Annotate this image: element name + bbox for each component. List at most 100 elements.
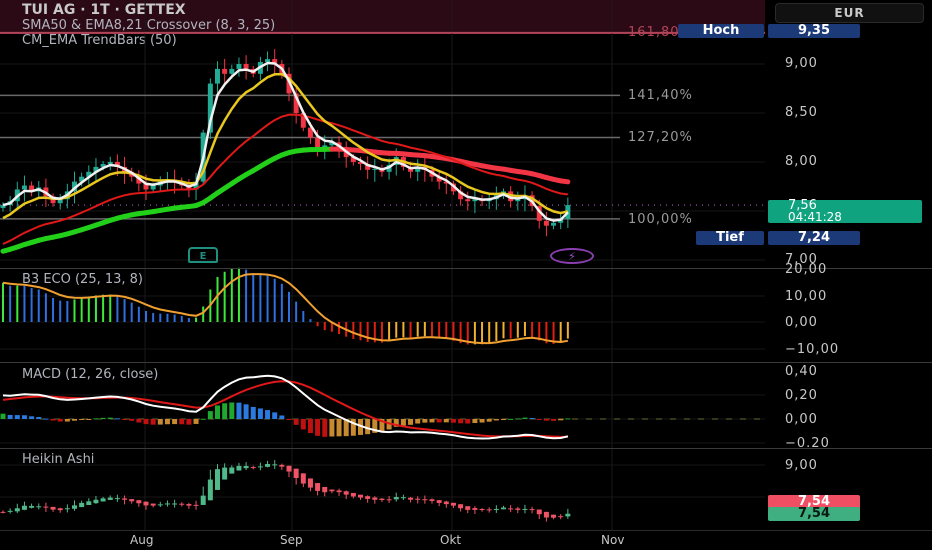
heikin-ashi-body xyxy=(472,508,478,510)
heikin-ashi-body xyxy=(129,499,135,502)
macd-histogram-bar xyxy=(336,419,342,437)
legend-macd[interactable]: MACD (12, 26, close) xyxy=(22,367,158,382)
heikin-ashi-body xyxy=(164,503,170,505)
candle-body xyxy=(107,162,113,164)
heikin-ashi-body xyxy=(215,469,220,490)
macd-histogram-bar xyxy=(14,415,20,419)
heikin-ashi-body xyxy=(379,498,385,501)
b3-tick: 0,00 xyxy=(785,315,818,330)
heikin-ashi-body xyxy=(372,497,378,500)
legend-heikin-ashi[interactable]: Heikin Ashi xyxy=(22,452,94,467)
macd-histogram-bar xyxy=(415,419,421,424)
heikin-ashi-body xyxy=(479,508,485,510)
heikin-ashi-body xyxy=(122,498,128,500)
price-tick: 9,00 xyxy=(785,56,818,71)
heikin-ashi-body xyxy=(315,483,321,491)
heikin-ashi-body xyxy=(436,500,442,503)
heikin-ashi-body xyxy=(558,516,564,518)
heikin-ashi-body xyxy=(72,505,77,509)
trendbars-ema50-segment xyxy=(558,178,571,185)
macd-histogram-bar xyxy=(222,403,228,419)
b3-tick: 10,00 xyxy=(785,289,828,304)
pane-divider[interactable] xyxy=(0,362,932,363)
macd-histogram-bar xyxy=(107,417,113,419)
candle-body xyxy=(229,68,235,74)
price-tick: 8,00 xyxy=(785,154,818,169)
heikin-ashi-body xyxy=(14,508,20,512)
macd-histogram-bar xyxy=(21,415,27,419)
macd-histogram-bar xyxy=(79,419,85,420)
macd-histogram-bar xyxy=(250,406,256,419)
macd-tick: 0,40 xyxy=(785,364,818,379)
macd-histogram-bar xyxy=(172,419,178,425)
macd-histogram-bar xyxy=(193,419,199,424)
heikin-ashi-body xyxy=(358,494,363,498)
heikin-ashi-body xyxy=(43,506,49,508)
macd-tick: −0.20 xyxy=(785,436,830,451)
macd-histogram-bar xyxy=(300,419,306,430)
macd-histogram-bar xyxy=(72,419,77,421)
heikin-ashi-body xyxy=(179,503,185,505)
heikin-ashi-body xyxy=(150,503,156,506)
macd-histogram-bar xyxy=(114,418,120,420)
heikin-ashi-body xyxy=(515,508,521,510)
heikin-ashi-body xyxy=(86,501,92,505)
macd-histogram-bar xyxy=(164,419,170,425)
candle-body xyxy=(21,185,27,190)
heikin-ashi-body xyxy=(336,490,342,493)
currency-button[interactable]: EUR xyxy=(775,3,924,23)
macd-histogram-bar xyxy=(458,419,464,424)
macd-histogram-bar xyxy=(365,419,371,435)
heikin-ashi-body xyxy=(522,508,528,510)
heikin-ashi-body xyxy=(114,498,120,500)
macd-histogram-bar xyxy=(508,418,514,420)
high-label: Hoch xyxy=(678,24,764,38)
heikin-ashi-body xyxy=(300,473,306,484)
macd-histogram-bar xyxy=(272,412,278,419)
heikin-ashi-body xyxy=(143,501,149,506)
macd-histogram-bar xyxy=(315,419,321,436)
heikin-ashi-body xyxy=(236,465,242,471)
price-tick: 8,50 xyxy=(785,105,818,120)
heikin-ashi-body xyxy=(29,505,35,508)
macd-histogram-bar xyxy=(529,417,535,419)
heikin-ashi-body xyxy=(386,499,392,501)
heikin-ashi-body xyxy=(536,509,542,515)
heikin-ashi-body xyxy=(307,478,313,488)
heikin-ashi-body xyxy=(329,489,335,492)
last-price-tag: 7,56 04:41:28 xyxy=(768,199,922,224)
macd-tick: 0,00 xyxy=(785,412,818,427)
candle-body xyxy=(215,68,220,84)
b3-tick: −10,00 xyxy=(785,342,840,357)
heikin-ashi-body xyxy=(279,464,285,467)
heikin-ashi-body xyxy=(7,510,13,512)
heikin-ashi-body xyxy=(200,495,206,505)
macd-histogram-bar xyxy=(279,415,285,419)
macd-histogram-bar xyxy=(522,417,528,419)
macd-histogram-bar xyxy=(479,419,485,423)
heikin-ashi-body xyxy=(465,506,471,510)
bar-countdown: 04:41:28 xyxy=(788,210,842,224)
earnings-icon[interactable]: E xyxy=(188,247,218,263)
macd-histogram-bar xyxy=(565,418,571,420)
macd-line xyxy=(2,374,569,440)
candle-body xyxy=(222,68,228,74)
heikin-ashi-body xyxy=(486,509,492,511)
macd-histogram-bar xyxy=(257,408,263,419)
heikin-ashi-body xyxy=(107,497,113,500)
heikin-ashi-body xyxy=(172,503,178,505)
macd-histogram-bar xyxy=(50,419,56,421)
heikin-ashi-body xyxy=(265,463,271,467)
high-value: 9,35 xyxy=(768,24,860,38)
heikin-ashi-body xyxy=(50,506,56,510)
dividend-lightning-icon[interactable]: ⚡ xyxy=(550,248,594,264)
heikin-ashi-body xyxy=(250,467,256,469)
heikin-ashi-body xyxy=(565,513,571,517)
heikin-tick: 9,00 xyxy=(785,458,818,473)
heikin-ashi-body xyxy=(193,504,199,506)
macd-histogram-bar xyxy=(57,419,63,422)
time-tick-okt: Okt xyxy=(440,533,462,547)
macd-histogram-bar xyxy=(408,419,414,425)
legend-b3-eco[interactable]: B3 ECO (25, 13, 8) xyxy=(22,272,143,287)
heikin-ashi-body xyxy=(458,504,464,509)
